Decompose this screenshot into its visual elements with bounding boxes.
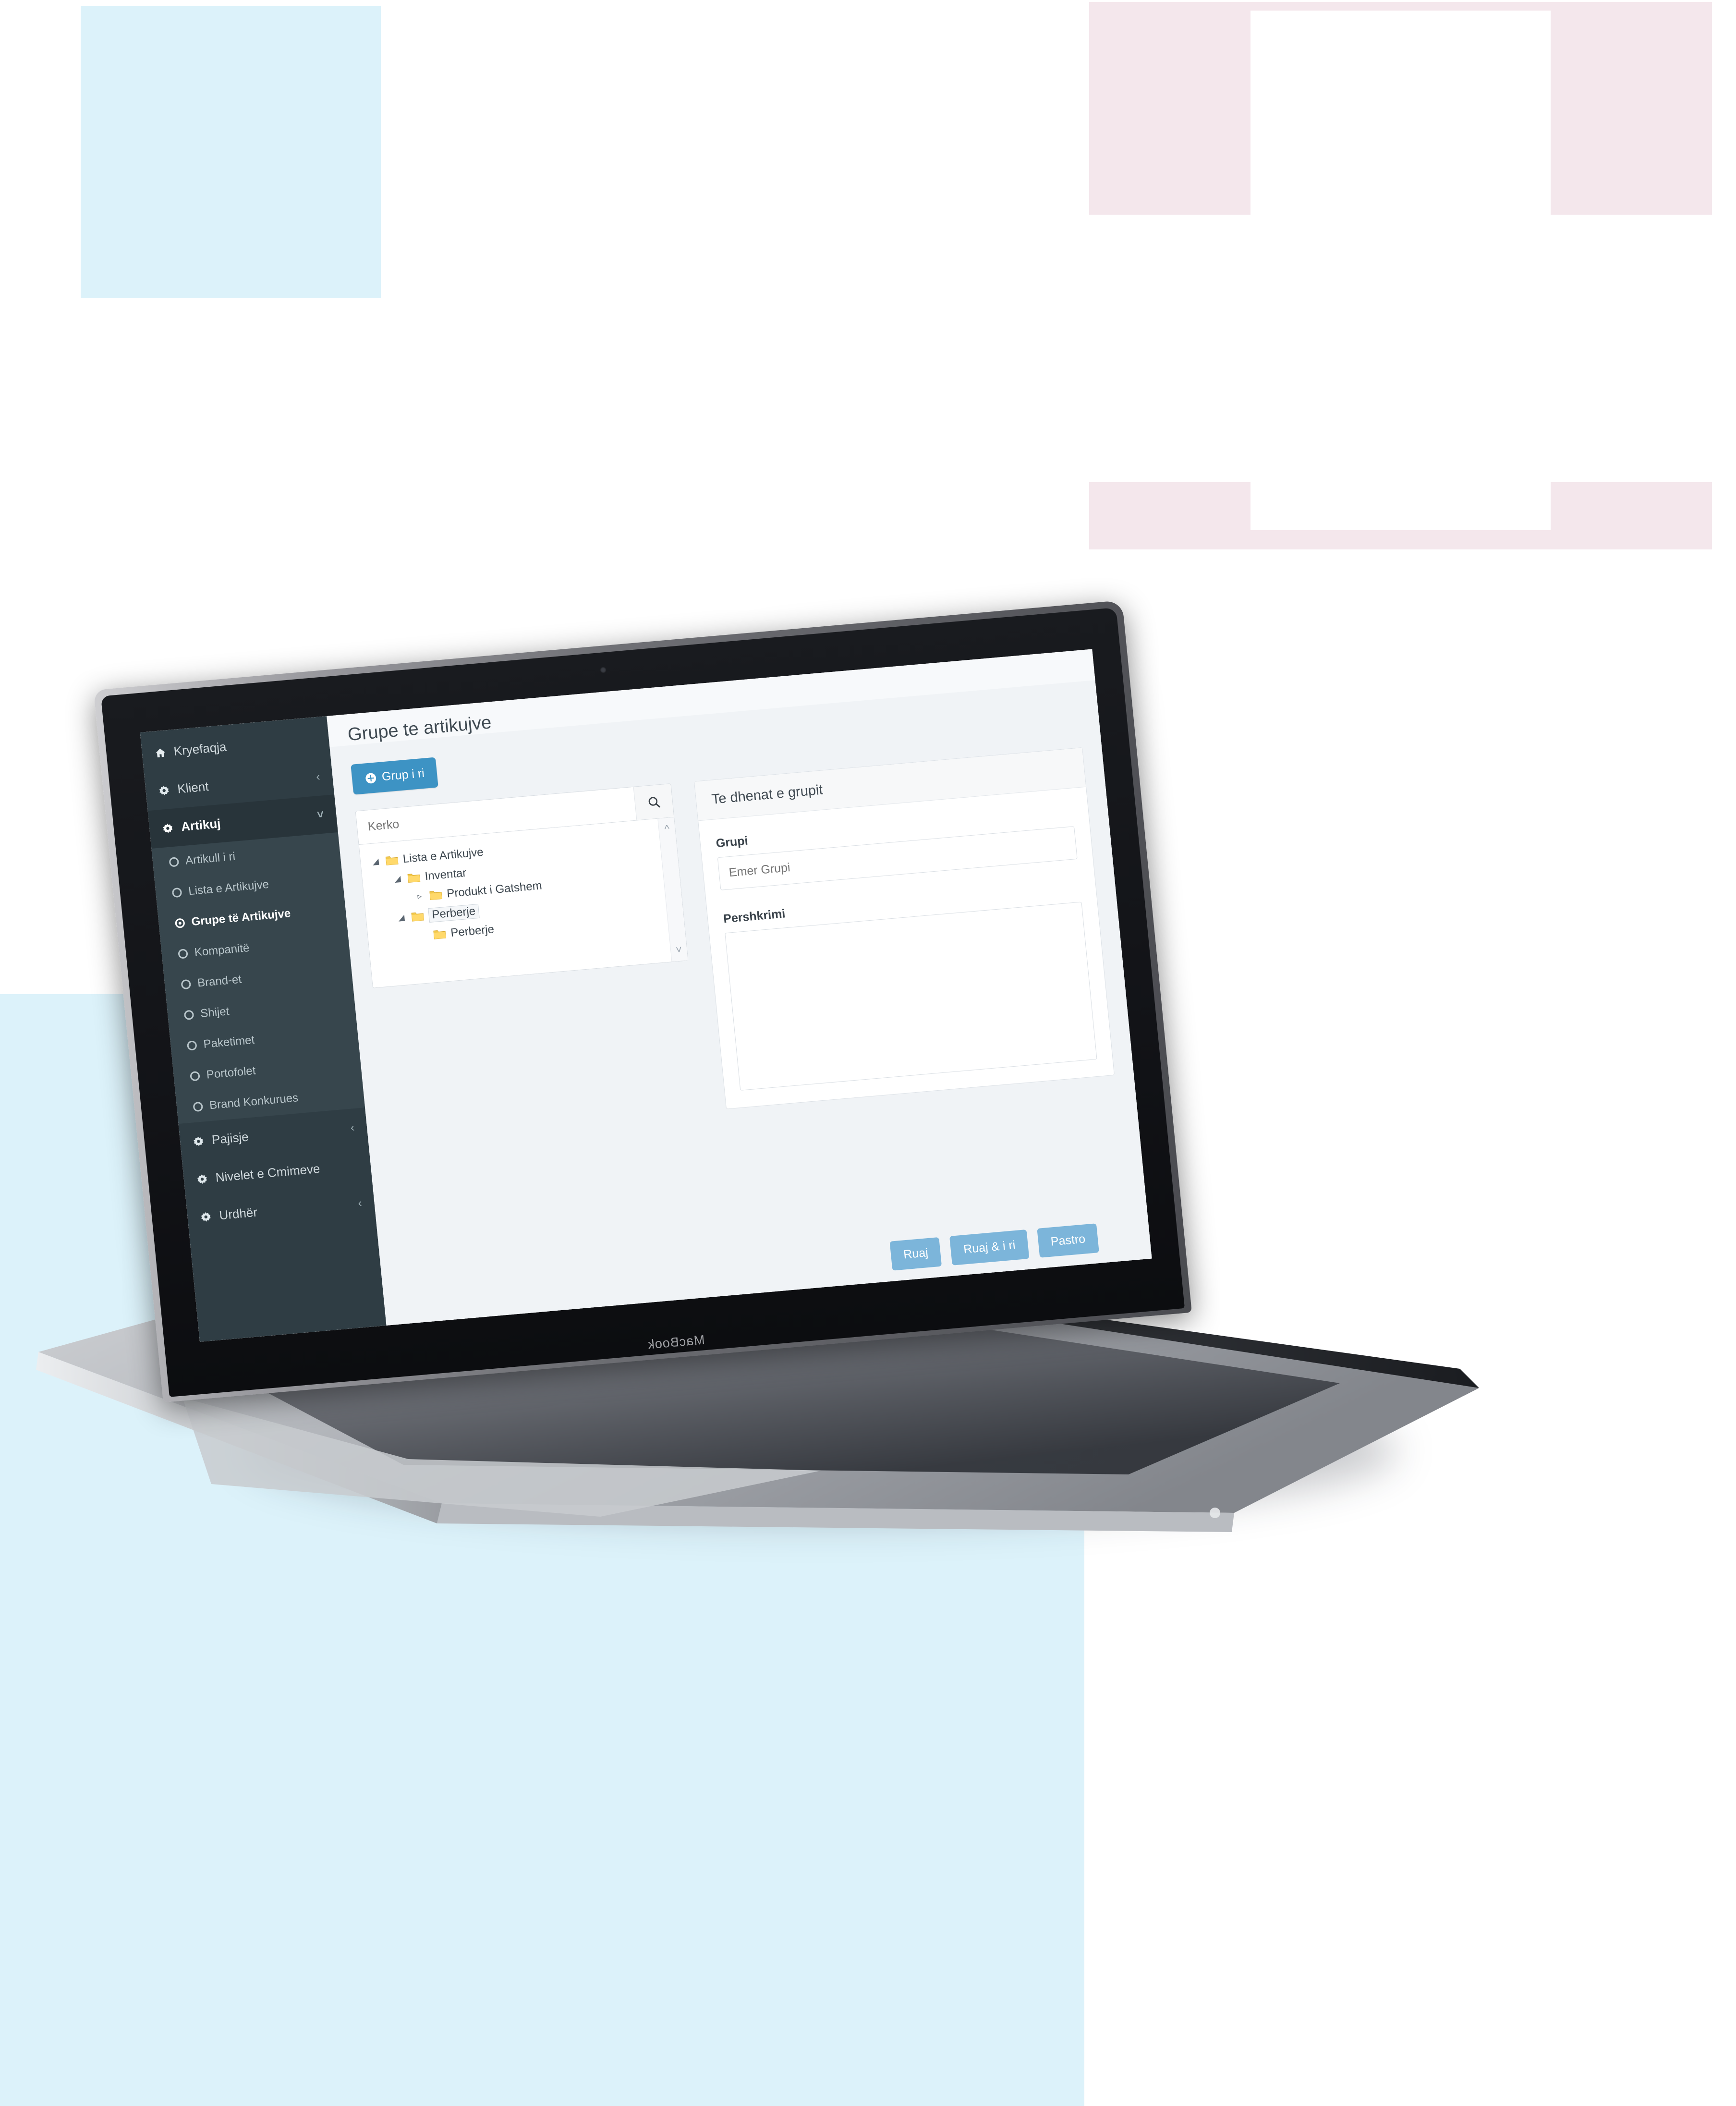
chevron-left-icon: ‹: [316, 770, 321, 783]
sidebar-item-label: Kryefaqja: [173, 739, 227, 758]
tree-toggle-icon[interactable]: ▹: [414, 891, 425, 902]
tree-toggle-icon[interactable]: ◢: [392, 874, 403, 884]
page-root: MacBook Kryefaqja Klient ‹ Artikuj ˅ Art…: [0, 0, 1736, 2106]
tree-pane: ◢ Lista e Artikujve: [355, 783, 703, 1139]
sidebar-submenu-artikuj: Artikull i ri Lista e Artikujve Grupe të…: [151, 832, 365, 1124]
radio-icon: [186, 1040, 197, 1051]
chevron-down-icon[interactable]: ˅: [675, 943, 682, 956]
sidebar-subitem-label: Portofolet: [206, 1064, 256, 1082]
tree-list: ◢ Lista e Artikujve ◢ Inventar ▹ Produkt…: [359, 819, 672, 988]
laptop-lid: MacBook Kryefaqja Klient ‹ Artikuj ˅ Art…: [93, 600, 1192, 1402]
radio-icon: [171, 887, 182, 898]
chevron-left-icon: ‹: [350, 1120, 355, 1134]
sidebar-item-label: Pajisje: [211, 1129, 249, 1147]
tree-box: ◢ Lista e Artikujve ◢ Inventar ▹ Produkt…: [358, 817, 689, 988]
web-app: Kryefaqja Klient ‹ Artikuj ˅ Artikull i …: [140, 649, 1152, 1342]
sidebar-item-label: Nivelet e Cmimeve: [215, 1161, 321, 1185]
gear-icon: [159, 785, 169, 795]
sidebar-subitem-label: Brand Konkurues: [208, 1091, 299, 1112]
sidebar-item-label: Klient: [177, 779, 209, 796]
screen: Kryefaqja Klient ‹ Artikuj ˅ Artikull i …: [140, 649, 1152, 1342]
search-button[interactable]: [633, 784, 674, 820]
sidebar-subitem-label: Paketimet: [203, 1033, 255, 1051]
form-pane: Te dhenat e grupit Grupi Pershkrimi: [694, 747, 1115, 1109]
sidebar-subitem-label: Kompanitë: [194, 941, 250, 959]
group-details-card: Te dhenat e grupit Grupi Pershkrimi: [694, 747, 1115, 1109]
folder-icon: [411, 912, 425, 922]
gear-icon: [194, 1136, 204, 1146]
plus-circle-icon: [365, 773, 376, 783]
tree-toggle-icon[interactable]: ◢: [396, 913, 407, 923]
tree-toggle-icon[interactable]: ◢: [370, 856, 381, 867]
radio-icon: [178, 949, 188, 959]
folder-icon: [433, 930, 447, 939]
clear-button[interactable]: Pastro: [1037, 1223, 1099, 1258]
home-icon: [155, 748, 165, 757]
chevron-up-icon[interactable]: ^: [664, 823, 670, 836]
radio-icon: [169, 857, 180, 867]
decorative-blue-square-top-left: [81, 6, 381, 298]
decorative-pink-frame-top-right: [1089, 2, 1712, 549]
sidebar-subitem-label: Shijet: [200, 1005, 230, 1021]
folder-icon: [385, 856, 399, 865]
sidebar-subitem-label: Brand-et: [196, 973, 243, 990]
description-textarea[interactable]: [725, 901, 1097, 1091]
sidebar-subitem-label: Artikull i ri: [184, 850, 236, 867]
sidebar-subitem-label: Grupe të Artikujve: [191, 907, 291, 929]
radio-icon: [183, 1010, 194, 1021]
tree-node-label: Inventar: [424, 866, 467, 883]
new-group-button[interactable]: Grup i ri: [351, 757, 438, 795]
gear-icon: [163, 823, 173, 833]
radio-icon-selected: [174, 918, 185, 929]
search-icon: [648, 796, 660, 807]
save-button[interactable]: Ruaj: [889, 1237, 942, 1271]
laptop-mockup: MacBook Kryefaqja Klient ‹ Artikuj ˅ Art…: [24, 600, 1604, 1595]
sidebar-item-label: Artikuj: [180, 816, 221, 834]
gear-icon: [201, 1212, 211, 1222]
chevron-down-icon: ˅: [316, 807, 325, 821]
tree-toggle-icon: [418, 935, 429, 936]
folder-icon: [429, 891, 442, 901]
chevron-left-icon: ‹: [357, 1196, 363, 1210]
gear-icon: [197, 1174, 207, 1184]
new-group-button-label: Grup i ri: [381, 766, 425, 784]
sidebar-item-label: Urdhër: [219, 1205, 258, 1223]
panes: ◢ Lista e Artikujve: [355, 747, 1115, 1139]
card-body: Grupi Pershkrimi: [698, 787, 1114, 1109]
radio-icon: [181, 979, 192, 990]
radio-icon: [193, 1101, 204, 1112]
radio-icon: [190, 1071, 200, 1082]
webcam-icon: [599, 666, 607, 673]
tree-node-label: Perberje: [450, 923, 495, 940]
sidebar-subitem-label: Lista e Artikujve: [188, 877, 270, 898]
tree-node-label: Perberje: [428, 903, 480, 923]
folder-icon: [407, 874, 421, 883]
main-content: Grupe te artikujve Grup i ri Kerko ◢ Lis…: [327, 649, 1152, 1342]
